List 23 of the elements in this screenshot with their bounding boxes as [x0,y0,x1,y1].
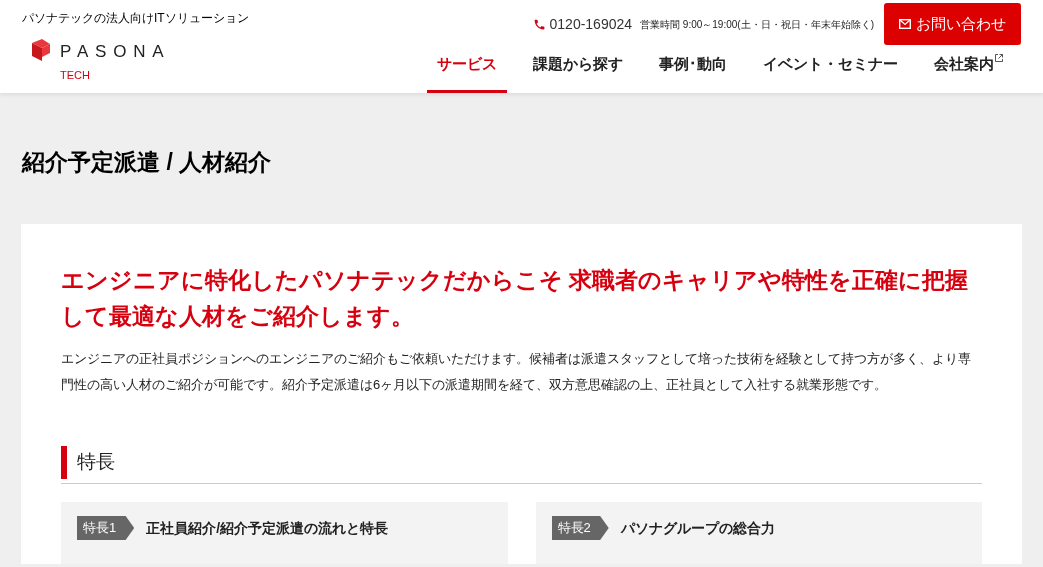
logo-text[interactable]: PASONA [60,39,171,65]
lead-text: エンジニアに特化したパソナテックだからこそ 求職者のキャリアや特性を正確に把握して最適な人材をご紹介します。 [61,266,970,331]
nav-tab[interactable]: 課題から探す [523,51,633,93]
feature-title: 正社員紹介/紹介予定派遣の流れと特長 [146,519,389,538]
feature-tag: 特長2 [551,516,609,540]
feature-tag: 特長1 [77,516,135,540]
intro-paragraph: エンジニアの正社員ポジションへのエンジニアのご紹介もご依頼いただけます。候補者は派遣スタッフとして培った技術を経験として持つ方が多く、より専門性の高い人材のご紹介が可能です。紹介予定派遣は6ヶ月以下の派遣期間を経て、双方意思確認の上、正社員として入社する就業形態です。 [61,350,972,394]
page-title: 紹介予定派遣 / 人材紹介 [22,148,273,177]
business-hours: 営業時間 9:00～19:00(土・日・祝日・年末年始除く) [640,17,874,32]
nav-tab[interactable]: サービス [427,51,507,93]
logo-subtext: TECH [60,67,91,83]
phone-number[interactable]: 0120-169024 [549,13,633,35]
nav-tab[interactable]: 会社案内 [924,51,1013,93]
phone-icon [532,17,546,31]
nav-tab[interactable]: イベント・セミナー [753,51,908,93]
nav-tab[interactable]: 事例･動向 [649,51,737,93]
heading-accent-bar [61,446,67,479]
feature-title: パソナグループの総合力 [620,519,775,538]
tagline: パソナテックの法人向けITソリューション [22,10,249,27]
logo-icon [32,39,50,61]
section-heading-text: 特長 [77,450,115,475]
mail-icon [899,19,911,29]
contact-button[interactable]: お問い合わせ [884,3,1021,45]
